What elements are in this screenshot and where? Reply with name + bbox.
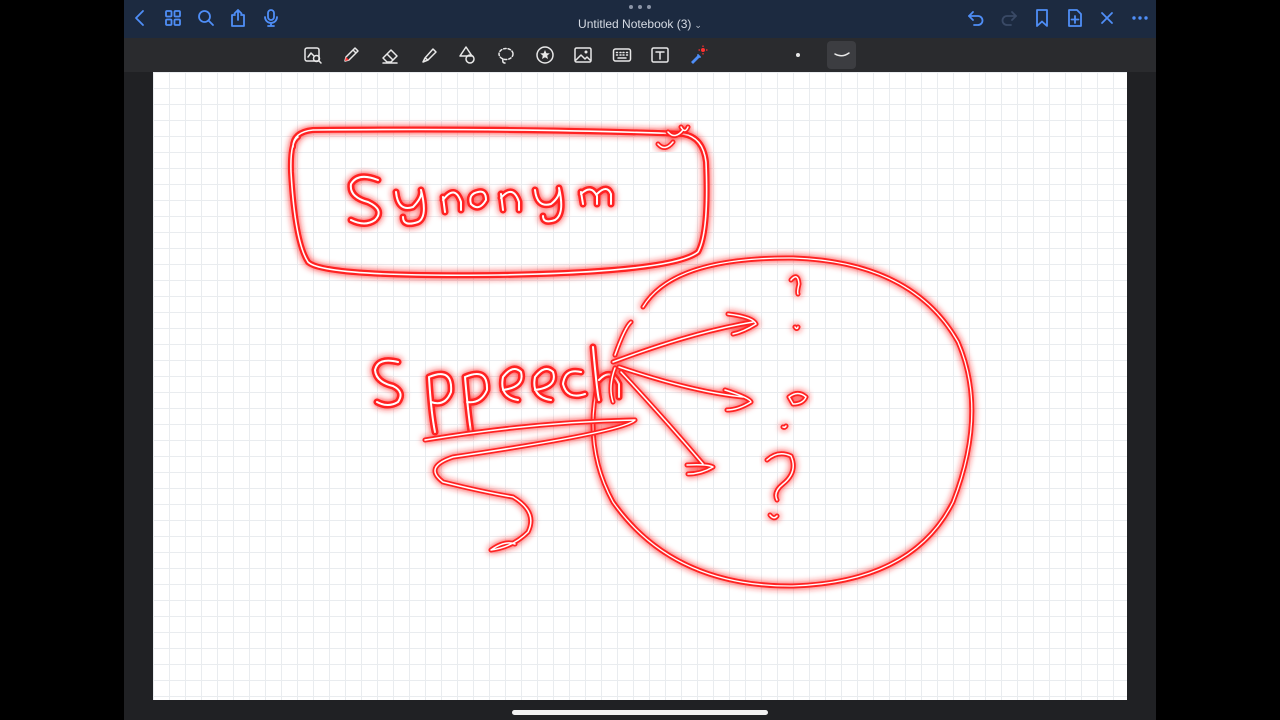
ink-drawing xyxy=(287,124,975,589)
home-indicator[interactable] xyxy=(512,710,768,715)
zoom-window-icon[interactable] xyxy=(301,43,325,67)
top-bar: Untitled Notebook (3) ⌄ xyxy=(124,0,1156,38)
chevron-down-icon[interactable]: ⌄ xyxy=(694,20,702,30)
undo-icon[interactable] xyxy=(964,6,988,30)
notebook-title-text[interactable]: Untitled Notebook (3) xyxy=(578,17,691,31)
redo-icon[interactable] xyxy=(997,6,1021,30)
lasso-icon[interactable] xyxy=(494,43,518,67)
notebook-app: Untitled Notebook (3) ⌄ xyxy=(124,0,1156,720)
sticker-icon[interactable] xyxy=(533,43,557,67)
punctuation-stroke xyxy=(764,274,809,521)
circle-stroke xyxy=(590,255,975,589)
arrows-stroke xyxy=(608,311,759,477)
text-icon[interactable] xyxy=(648,43,672,67)
pen-icon[interactable] xyxy=(339,43,363,67)
close-icon[interactable] xyxy=(1095,6,1119,30)
multitasking-handle[interactable] xyxy=(629,5,651,11)
stroke-style-icon[interactable] xyxy=(827,41,856,69)
shapes-icon[interactable] xyxy=(455,43,479,67)
eraser-icon[interactable] xyxy=(378,43,402,67)
laser-pointer-icon[interactable] xyxy=(686,43,710,67)
tool-bar xyxy=(124,38,1156,72)
bookmark-icon[interactable] xyxy=(1030,6,1054,30)
highlighter-icon[interactable] xyxy=(417,43,441,67)
synonym-word-stroke xyxy=(347,124,691,228)
keyboard-icon[interactable] xyxy=(610,43,634,67)
add-page-icon[interactable] xyxy=(1063,6,1087,30)
notebook-page-canvas[interactable] xyxy=(153,72,1127,700)
pen-size-dot-icon[interactable] xyxy=(786,43,810,67)
more-icon[interactable] xyxy=(1128,6,1152,30)
image-icon[interactable] xyxy=(571,43,595,67)
